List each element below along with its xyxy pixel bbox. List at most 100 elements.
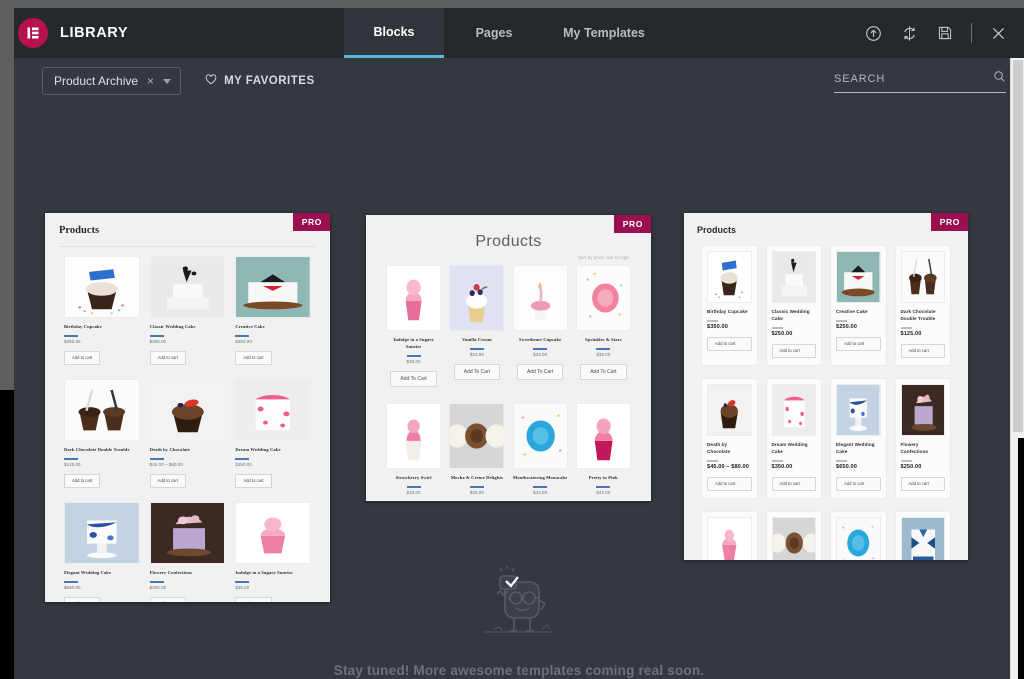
product-rating: [64, 457, 78, 460]
product-item[interactable]: Birthday Cupcake $350.00 Add to cart: [697, 245, 762, 366]
product-name: Death by Chocolate: [707, 441, 731, 454]
add-to-cart-button[interactable]: Add to cart: [900, 343, 945, 358]
search-icon[interactable]: [993, 70, 1006, 88]
product-item[interactable]: Vanilla Cream $34.00 Add To Cart: [445, 265, 508, 387]
add-to-cart-button[interactable]: Add to cart: [836, 476, 881, 491]
add-to-cart-button[interactable]: Add To Cart: [453, 363, 501, 380]
product-item[interactable]: Mouthwatering Mooncake $42.00 Add to car…: [826, 510, 891, 560]
product-rating: [533, 485, 548, 488]
product-item[interactable]: Mouthwatering Mooncake $42.00 Add To Car…: [509, 402, 572, 501]
product-item[interactable]: Death by Chocolate $45.00 – $80.00 Add t…: [145, 378, 231, 488]
chevron-down-icon[interactable]: [163, 78, 172, 84]
product-item[interactable]: Dark Chocolate Double Trouble $125.00 Ad…: [891, 245, 956, 366]
product-name: Dream Wedding Cake: [771, 441, 808, 454]
product-name: Creative Cake: [235, 324, 265, 329]
pro-badge: PRO: [292, 213, 330, 231]
divider: [59, 246, 316, 247]
template-card-3[interactable]: PRO Products Birthday Cupcake $350.00 Ad…: [684, 213, 968, 560]
scrollbar-bottom-edge: [1018, 438, 1024, 679]
tab-my-templates[interactable]: My Templates: [544, 8, 664, 58]
add-to-cart-button[interactable]: Add to cart: [707, 476, 752, 491]
add-to-cart-button[interactable]: Add to cart: [707, 336, 752, 351]
add-to-cart-button[interactable]: Add to cart: [771, 476, 816, 491]
add-to-cart-button[interactable]: Add to cart: [235, 473, 272, 488]
scrollbar-thumb[interactable]: [1013, 60, 1023, 432]
product-rating: [771, 326, 783, 329]
product-item[interactable]: Nautical Magic Cake $480.00 Add to cart: [891, 510, 956, 560]
filter-chip-remove-icon[interactable]: ×: [147, 74, 154, 88]
tab-pages[interactable]: Pages: [444, 8, 544, 58]
product-item[interactable]: Indulge in a Sugary Sunrise $38.00 Add T…: [382, 265, 445, 387]
upload-icon[interactable]: [863, 23, 883, 43]
product-price: $250.00: [149, 338, 167, 344]
product-item[interactable]: Mocha & Creme Delights $36.00 Add To Car…: [445, 402, 508, 501]
sort-dropdown[interactable]: Sort by price: low to high: [382, 255, 629, 260]
add-to-cart-button[interactable]: Add To Cart: [516, 363, 564, 380]
product-item[interactable]: Indulge in a Sugary Sunrise $38.00 Add t…: [697, 510, 762, 560]
product-rating: [149, 457, 164, 460]
product-image: [512, 265, 568, 331]
template-card-1[interactable]: PRO Products Birthday Cupcake $350.00 Ad…: [45, 213, 330, 602]
product-item[interactable]: Birthday Cupcake $350.00 Add to cart: [59, 256, 145, 365]
product-item[interactable]: Creative Cake $250.00 Add to cart: [230, 256, 316, 365]
product-rating: [900, 459, 912, 462]
product-item[interactable]: Flowery Confections $250.00 Add to cart: [891, 377, 956, 499]
product-item[interactable]: Pretty in Pink $42.00 Add To Cart: [572, 402, 635, 501]
product-row: Birthday Cupcake $350.00 Add to cart Cla…: [59, 256, 316, 365]
add-to-cart-button[interactable]: Add to cart: [149, 473, 186, 488]
search-box[interactable]: [834, 70, 1006, 93]
product-name: Birthday Cupcake: [64, 324, 102, 329]
close-icon[interactable]: [988, 23, 1008, 43]
add-to-cart-button[interactable]: Add to cart: [235, 350, 272, 365]
product-name: Vanilla Cream: [461, 337, 492, 342]
product-image: [512, 402, 568, 469]
elementor-logo-icon: [18, 18, 48, 48]
product-item[interactable]: Sprinkles & Stars $35.00 Add To Cart: [572, 265, 635, 387]
add-to-cart-button[interactable]: Add to cart: [900, 476, 945, 491]
product-item[interactable]: Dream Wedding Cake $350.00 Add to cart: [762, 377, 827, 499]
product-row: Strawberry Swirl $35.00 Add To Cart: [382, 402, 635, 501]
add-to-cart-button[interactable]: Add to cart: [771, 343, 816, 358]
add-to-cart-button[interactable]: Add to cart: [64, 473, 101, 488]
sync-icon[interactable]: [899, 23, 919, 43]
product-rating: [235, 334, 250, 337]
save-icon[interactable]: [935, 23, 955, 43]
product-item[interactable]: Death by Chocolate $45.00 – $80.00 Add t…: [697, 377, 762, 499]
product-price: $250.00: [771, 330, 793, 337]
template-card-2[interactable]: PRO Products Sort by price: low to high: [366, 215, 651, 501]
product-name: Dream Wedding Cake: [235, 446, 281, 452]
product-image: [707, 516, 752, 560]
add-to-cart-button[interactable]: Add To Cart: [580, 363, 627, 380]
product-image: [836, 516, 881, 560]
filter-chip-product-archive[interactable]: Product Archive ×: [42, 67, 182, 95]
product-image: [771, 251, 816, 303]
add-to-cart-button[interactable]: Add to cart: [836, 336, 881, 351]
product-price: $250.00: [235, 338, 252, 344]
product-item[interactable]: Elegant Wedding Cake $650.00 Add to cart: [826, 377, 891, 499]
tab-blocks[interactable]: Blocks: [344, 8, 444, 58]
product-item[interactable]: Sweetheart Cupcake $34.00 Add To Cart: [509, 265, 572, 387]
add-to-cart-button[interactable]: Add To Cart: [390, 370, 437, 387]
product-row: Dark Chocolate Double Trouble $125.00 Ad…: [59, 378, 316, 488]
product-rating: [64, 334, 78, 337]
product-name: Dark Chocolate Double Trouble: [900, 309, 936, 321]
product-rating: [469, 485, 484, 488]
product-item[interactable]: Classic Wedding Cake $250.00 Add to cart: [145, 256, 231, 365]
product-rating: [469, 347, 484, 350]
shop-title: Products: [59, 225, 100, 236]
product-item[interactable]: Mocha & Creme Delights $36.00 Add to car…: [762, 510, 827, 560]
add-to-cart-button[interactable]: Add to cart: [64, 350, 101, 365]
product-image: [235, 378, 311, 441]
search-input[interactable]: [834, 72, 993, 85]
add-to-cart-button[interactable]: Add to cart: [149, 350, 186, 365]
my-favorites-button[interactable]: MY FAVORITES: [205, 74, 315, 88]
product-item[interactable]: Classic Wedding Cake $250.00 Add to cart: [762, 245, 827, 366]
product-item[interactable]: Dark Chocolate Double Trouble $125.00 Ad…: [59, 378, 145, 488]
empty-state-message: Stay tuned! More awesome templates comin…: [333, 663, 705, 678]
product-item[interactable]: Dream Wedding Cake $350.00 Add to cart: [230, 378, 316, 488]
product-item[interactable]: Strawberry Swirl $35.00 Add To Cart: [382, 402, 445, 501]
product-item[interactable]: Creative Cake $250.00 Add to cart: [826, 245, 891, 366]
product-price: $350.00: [707, 323, 728, 330]
elementor-mascot-icon: [473, 564, 565, 653]
product-rating: [596, 347, 611, 350]
